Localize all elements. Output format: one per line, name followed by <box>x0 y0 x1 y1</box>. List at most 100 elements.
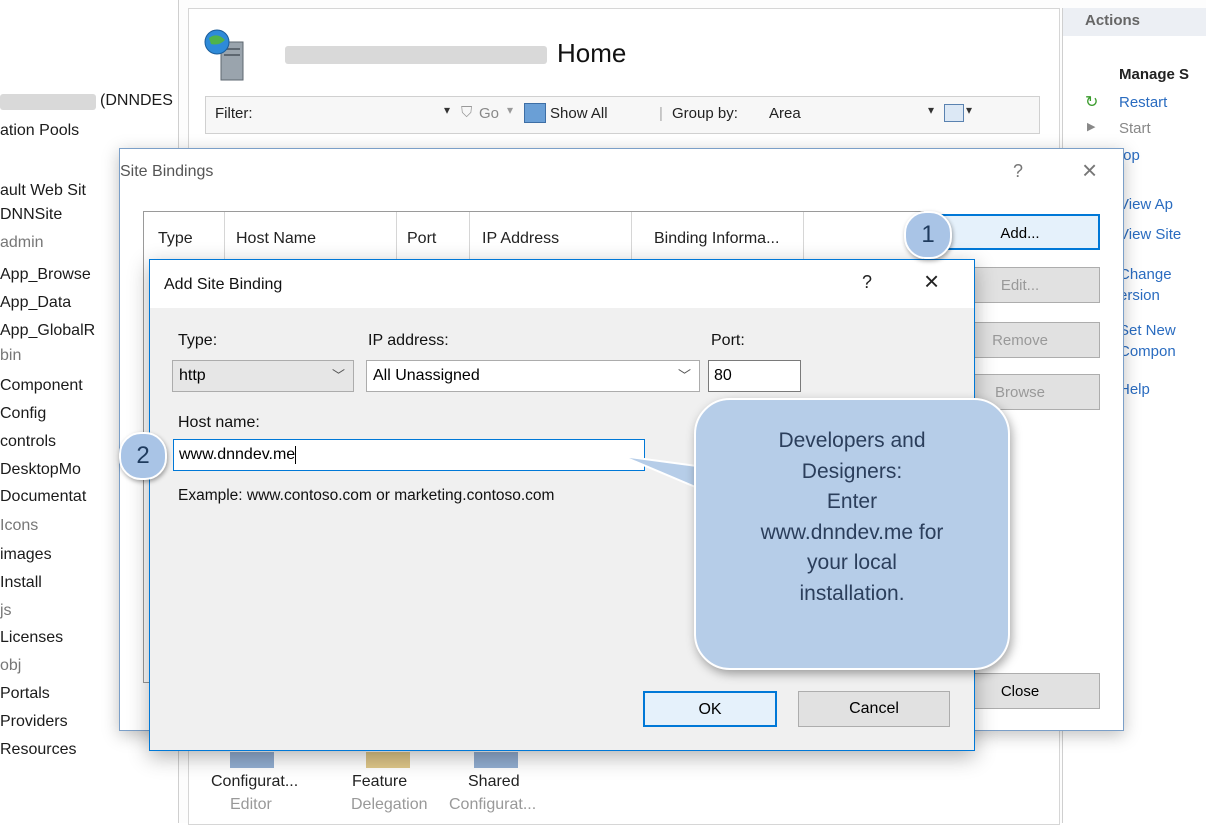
show-all-button[interactable]: Show All <box>550 105 608 122</box>
host-name-label: Host name: <box>178 414 260 431</box>
instruction-callout: Developers and Designers: Enter www.dnnd… <box>694 398 1010 670</box>
column-separator <box>803 212 804 262</box>
tree-item-icons[interactable]: Icons <box>0 517 38 535</box>
tree-item-portals[interactable]: Portals <box>0 685 50 703</box>
host-name-value: www.dnndev.me <box>179 446 296 463</box>
action-change-version[interactable]: Change <box>1119 266 1172 283</box>
host-name-field[interactable]: www.dnndev.me <box>173 439 645 471</box>
toolbar-separator: | <box>659 105 663 122</box>
tree-item-obj[interactable]: obj <box>0 657 21 675</box>
column-separator <box>224 212 225 262</box>
column-separator <box>469 212 470 262</box>
chevron-down-icon: ﹀ <box>677 368 691 383</box>
type-value: http <box>179 367 206 384</box>
action-set-component[interactable]: Set New <box>1119 322 1176 339</box>
add-button[interactable]: Add... <box>940 214 1100 250</box>
tree-item-app-data[interactable]: App_Data <box>0 294 71 312</box>
group-by-value[interactable]: Area <box>769 105 801 122</box>
start-icon[interactable]: ▶ <box>1087 120 1095 133</box>
funnel-icon[interactable]: ⛉ <box>461 104 472 121</box>
tree-item-admin[interactable]: admin <box>0 234 44 252</box>
add-binding-help-button[interactable]: ? <box>862 272 872 293</box>
tree-item-bin[interactable]: bin <box>0 347 21 365</box>
tree-item-js[interactable]: js <box>0 602 12 620</box>
restart-icon[interactable]: ↻ <box>1085 92 1098 112</box>
port-label: Port: <box>711 332 745 349</box>
tree-item-install[interactable]: Install <box>0 574 42 592</box>
show-all-icon[interactable] <box>524 103 546 123</box>
tree-item-providers[interactable]: Providers <box>0 713 68 731</box>
column-separator <box>396 212 397 262</box>
go-button[interactable]: Go <box>479 105 499 122</box>
feature-shared-configuration[interactable]: Shared <box>468 773 520 791</box>
page-title: Home <box>557 38 627 68</box>
type-select[interactable]: http ﹀ <box>172 360 354 392</box>
ok-button[interactable]: OK <box>643 691 777 727</box>
tree-item-dnnsite[interactable]: DNNSite <box>0 206 62 224</box>
configuration-editor-icon[interactable] <box>230 752 274 768</box>
action-set-component-line2[interactable]: Compon <box>1119 343 1176 360</box>
add-binding-title: Add Site Binding <box>164 276 283 293</box>
port-field[interactable]: 80 <box>708 360 801 392</box>
server-globe-icon <box>203 28 255 84</box>
shared-configuration-icon[interactable] <box>474 752 518 768</box>
tree-item-images[interactable]: images <box>0 546 52 564</box>
feature-delegation-sub: Delegation <box>351 796 428 813</box>
filter-label: Filter: <box>215 105 253 122</box>
site-bindings-help-button[interactable]: ? <box>1013 161 1023 182</box>
tree-item-documentation[interactable]: Documentat <box>0 488 86 506</box>
column-separator <box>631 212 632 262</box>
tree-item-app-browsers[interactable]: App_Browse <box>0 266 91 284</box>
site-bindings-title: Site Bindings <box>120 163 214 180</box>
host-name-example: Example: www.contoso.com or marketing.co… <box>178 487 555 504</box>
tree-item-controls[interactable]: controls <box>0 433 56 451</box>
go-dropdown-arrow-icon[interactable]: ▾ <box>507 103 513 117</box>
feature-configuration-editor[interactable]: Configurat... <box>211 773 298 791</box>
iis-manager-window: (DNNDES ation Pools ault Web Sit DNNSite… <box>0 0 1206 825</box>
view-mode-icon[interactable] <box>944 104 964 122</box>
add-binding-titlebar: Add Site Binding ? × <box>150 260 974 308</box>
column-ip-address[interactable]: IP Address <box>482 230 559 248</box>
action-change-version-line2[interactable]: ersion <box>1119 287 1160 304</box>
tree-item-components[interactable]: Component <box>0 377 83 395</box>
tree-item-app-pools[interactable]: ation Pools <box>0 122 79 140</box>
action-start[interactable]: Start <box>1119 120 1151 137</box>
tree-item-app-globalres[interactable]: App_GlobalR <box>0 322 95 340</box>
step-1-badge: 1 <box>904 211 952 259</box>
ip-address-select[interactable]: All Unassigned ﹀ <box>366 360 700 392</box>
feature-configuration-editor-sub: Editor <box>230 796 272 813</box>
tree-server-suffix[interactable]: (DNNDES <box>100 92 173 110</box>
column-type[interactable]: Type <box>158 230 193 248</box>
manage-site-heading: Manage S <box>1119 66 1190 83</box>
actions-header-bar: Actions <box>1063 8 1206 36</box>
redacted-site-path <box>285 46 547 64</box>
filter-toolbar: Filter: ▾ ⛉ Go ▾ Show All | Group by: Ar… <box>205 96 1040 134</box>
actions-header: Actions <box>1085 12 1141 29</box>
text-cursor <box>295 445 297 464</box>
column-port[interactable]: Port <box>407 230 436 248</box>
add-binding-close-icon[interactable]: × <box>924 266 939 297</box>
tree-item-config[interactable]: Config <box>0 405 46 423</box>
group-by-dropdown-arrow-icon[interactable]: ▾ <box>928 103 934 117</box>
site-bindings-titlebar: Site Bindings ? × <box>120 149 1123 197</box>
action-view-apps[interactable]: View Ap <box>1119 196 1173 213</box>
callout-text: Developers and Designers: Enter www.dnnd… <box>760 429 944 605</box>
view-mode-arrow-icon[interactable]: ▾ <box>966 103 972 117</box>
column-host-name[interactable]: Host Name <box>236 230 316 248</box>
cancel-button[interactable]: Cancel <box>798 691 950 727</box>
tree-item-licenses[interactable]: Licenses <box>0 629 63 647</box>
step-2-badge: 2 <box>119 432 167 480</box>
action-view-sites[interactable]: View Site <box>1119 226 1181 243</box>
feature-delegation[interactable]: Feature <box>352 773 407 791</box>
tree-item-default-site[interactable]: ault Web Sit <box>0 182 86 200</box>
group-by-label: Group by: <box>672 105 738 122</box>
action-restart[interactable]: Restart <box>1119 94 1167 111</box>
port-value: 80 <box>714 367 732 384</box>
site-bindings-close-icon[interactable]: × <box>1082 155 1097 186</box>
column-binding-info[interactable]: Binding Informa... <box>654 230 779 248</box>
chevron-down-icon: ﹀ <box>331 368 345 383</box>
tree-item-desktopmodules[interactable]: DesktopMo <box>0 461 81 479</box>
feature-delegation-icon[interactable] <box>366 752 410 768</box>
tree-item-resources[interactable]: Resources <box>0 741 76 759</box>
filter-dropdown-arrow-icon[interactable]: ▾ <box>444 103 450 117</box>
